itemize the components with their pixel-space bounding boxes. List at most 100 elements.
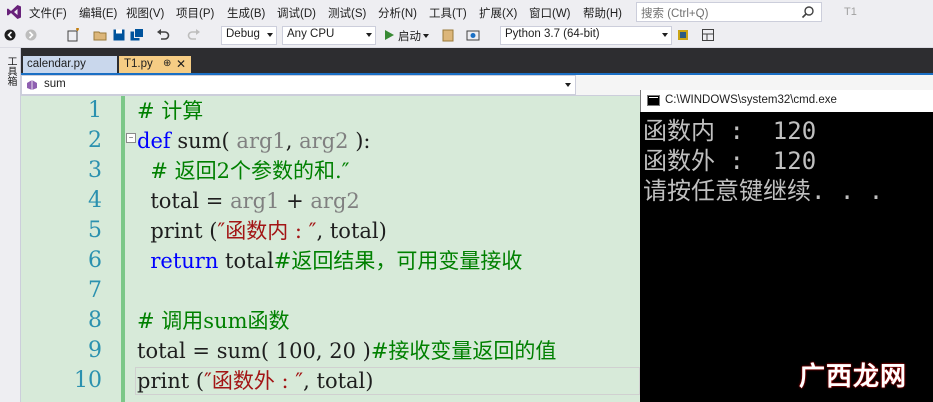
toolbox-label: 工具箱 <box>5 56 16 86</box>
code-line[interactable]: # 返回2个参数的和.″ <box>137 156 349 186</box>
line-number: 5 <box>88 218 102 243</box>
menu-item[interactable]: 项目(P) <box>176 5 214 21</box>
code-token: print ( <box>137 369 205 393</box>
layout-icon[interactable] <box>701 28 715 42</box>
chevron-down-icon <box>565 83 571 87</box>
code-comment: # 计算 <box>137 99 204 123</box>
back-icon[interactable] <box>3 28 17 42</box>
pin-icon[interactable]: ⊕ <box>163 58 171 69</box>
code-line[interactable]: total = arg1 + arg2 <box>137 186 360 216</box>
menu-item[interactable]: 视图(V) <box>126 5 164 21</box>
code-token: , total) <box>303 369 374 393</box>
menu-item[interactable]: 测试(S) <box>328 5 366 21</box>
line-number: 7 <box>88 278 102 303</box>
platform-value: Any CPU <box>287 28 335 40</box>
console-title-bar[interactable]: C:\WINDOWS\system32\cmd.exe <box>640 90 933 112</box>
console-line: 函数内 : 120 <box>643 117 817 145</box>
tab-t1-py[interactable]: T1.py ⊕ ✕ <box>119 56 191 73</box>
line-number: 3 <box>88 158 102 183</box>
line-number: 9 <box>88 338 102 363</box>
start-dropdown-arrow-icon[interactable] <box>423 34 429 38</box>
code-token: total = sum( 100, 20 ) <box>137 339 371 363</box>
member-value: sum <box>44 78 66 90</box>
screenshot-icon[interactable] <box>466 28 480 42</box>
chevron-down-icon <box>662 33 668 37</box>
code-string: ″函数外 : ″ <box>204 369 304 393</box>
menu-item[interactable]: 分析(N) <box>378 5 417 21</box>
code-comment: #返回结果，可用变量接收 <box>273 249 523 273</box>
python-environment-value: Python 3.7 (64-bit) <box>505 28 600 40</box>
code-line[interactable]: # 计算 <box>137 96 203 126</box>
forward-icon[interactable] <box>24 28 38 42</box>
python-environment-dropdown[interactable]: Python 3.7 (64-bit) <box>500 26 672 45</box>
tab-label: calendar.py <box>27 58 86 70</box>
menu-item[interactable]: 文件(F) <box>29 5 67 21</box>
code-line[interactable]: print (″函数外 : ″, total) <box>137 366 373 396</box>
code-comment: #接收变量返回的值 <box>370 339 557 363</box>
member-dropdown[interactable]: sum <box>21 75 576 95</box>
file-icon[interactable] <box>441 28 455 42</box>
search-icon[interactable] <box>801 5 815 19</box>
change-tracking-bar <box>121 96 125 402</box>
start-button-label[interactable]: 启动 <box>398 28 421 44</box>
start-play-icon[interactable] <box>382 28 396 42</box>
visual-studio-logo-icon[interactable] <box>6 4 22 20</box>
window-badge: T1 <box>844 6 857 18</box>
line-number: 2 <box>88 128 102 153</box>
collapse-toggle-icon[interactable]: − <box>126 133 136 143</box>
new-project-icon[interactable] <box>66 28 80 42</box>
close-icon[interactable]: ✕ <box>176 57 186 71</box>
console-line: 函数外 : 120 <box>643 147 817 175</box>
code-token: ): <box>348 129 371 153</box>
code-string: ″函数内 : ″ <box>217 219 317 243</box>
code-line[interactable]: print (″函数内 : ″, total) <box>137 216 387 246</box>
code-parameter: arg1 <box>236 129 286 153</box>
open-folder-icon[interactable] <box>93 28 107 42</box>
line-number: 1 <box>88 98 102 123</box>
menu-item[interactable]: 窗口(W) <box>529 5 571 21</box>
code-token: sum( <box>170 129 237 153</box>
menu-item[interactable]: 扩展(X) <box>479 5 517 21</box>
menu-item[interactable]: 编辑(E) <box>79 5 117 21</box>
platform-dropdown[interactable]: Any CPU <box>282 26 376 45</box>
code-parameter: arg2 <box>310 189 360 213</box>
code-token: print ( <box>137 219 218 243</box>
line-number: 10 <box>74 368 102 393</box>
menu-item[interactable]: 生成(B) <box>227 5 265 21</box>
save-all-icon[interactable] <box>130 28 144 42</box>
code-line[interactable]: # 调用sum函数 <box>137 306 290 336</box>
line-number: 6 <box>88 248 102 273</box>
code-keyword: return <box>150 249 219 273</box>
console-line: 请按任意键继续. . . <box>643 177 884 205</box>
function-icon <box>27 80 37 90</box>
toolbox-strip[interactable]: 工具箱 <box>0 48 21 402</box>
redo-icon[interactable] <box>187 28 201 42</box>
code-token: , <box>285 129 300 153</box>
search-placeholder: 搜索 (Ctrl+Q) <box>641 8 709 20</box>
console-icon <box>647 95 660 106</box>
code-keyword: def <box>137 129 171 153</box>
code-token: , total) <box>316 219 387 243</box>
code-parameter: arg1 <box>230 189 280 213</box>
code-parameter: arg2 <box>299 129 349 153</box>
code-line[interactable]: def sum( arg1, arg2 ): <box>137 126 370 156</box>
code-token: total <box>218 249 274 273</box>
console-title: C:\WINDOWS\system32\cmd.exe <box>665 94 837 106</box>
configuration-dropdown[interactable]: Debug <box>221 26 277 45</box>
code-token: + <box>279 189 311 213</box>
tab-label: T1.py <box>124 58 153 70</box>
code-token: total = <box>137 189 231 213</box>
configuration-value: Debug <box>226 28 260 40</box>
code-line[interactable]: return total#返回结果，可用变量接收 <box>137 246 522 276</box>
undo-icon[interactable] <box>156 28 170 42</box>
menu-item[interactable]: 调试(D) <box>277 5 316 21</box>
save-icon[interactable] <box>112 28 126 42</box>
code-line[interactable]: total = sum( 100, 20 )#接收变量返回的值 <box>137 336 556 366</box>
menu-item[interactable]: 帮助(H) <box>583 5 622 21</box>
menu-item[interactable]: 工具(T) <box>429 5 467 21</box>
tab-calendar-py[interactable]: calendar.py <box>23 56 117 73</box>
line-number: 8 <box>88 308 102 333</box>
python-environment-icon[interactable] <box>676 28 690 42</box>
search-input[interactable]: 搜索 (Ctrl+Q) <box>636 2 822 22</box>
